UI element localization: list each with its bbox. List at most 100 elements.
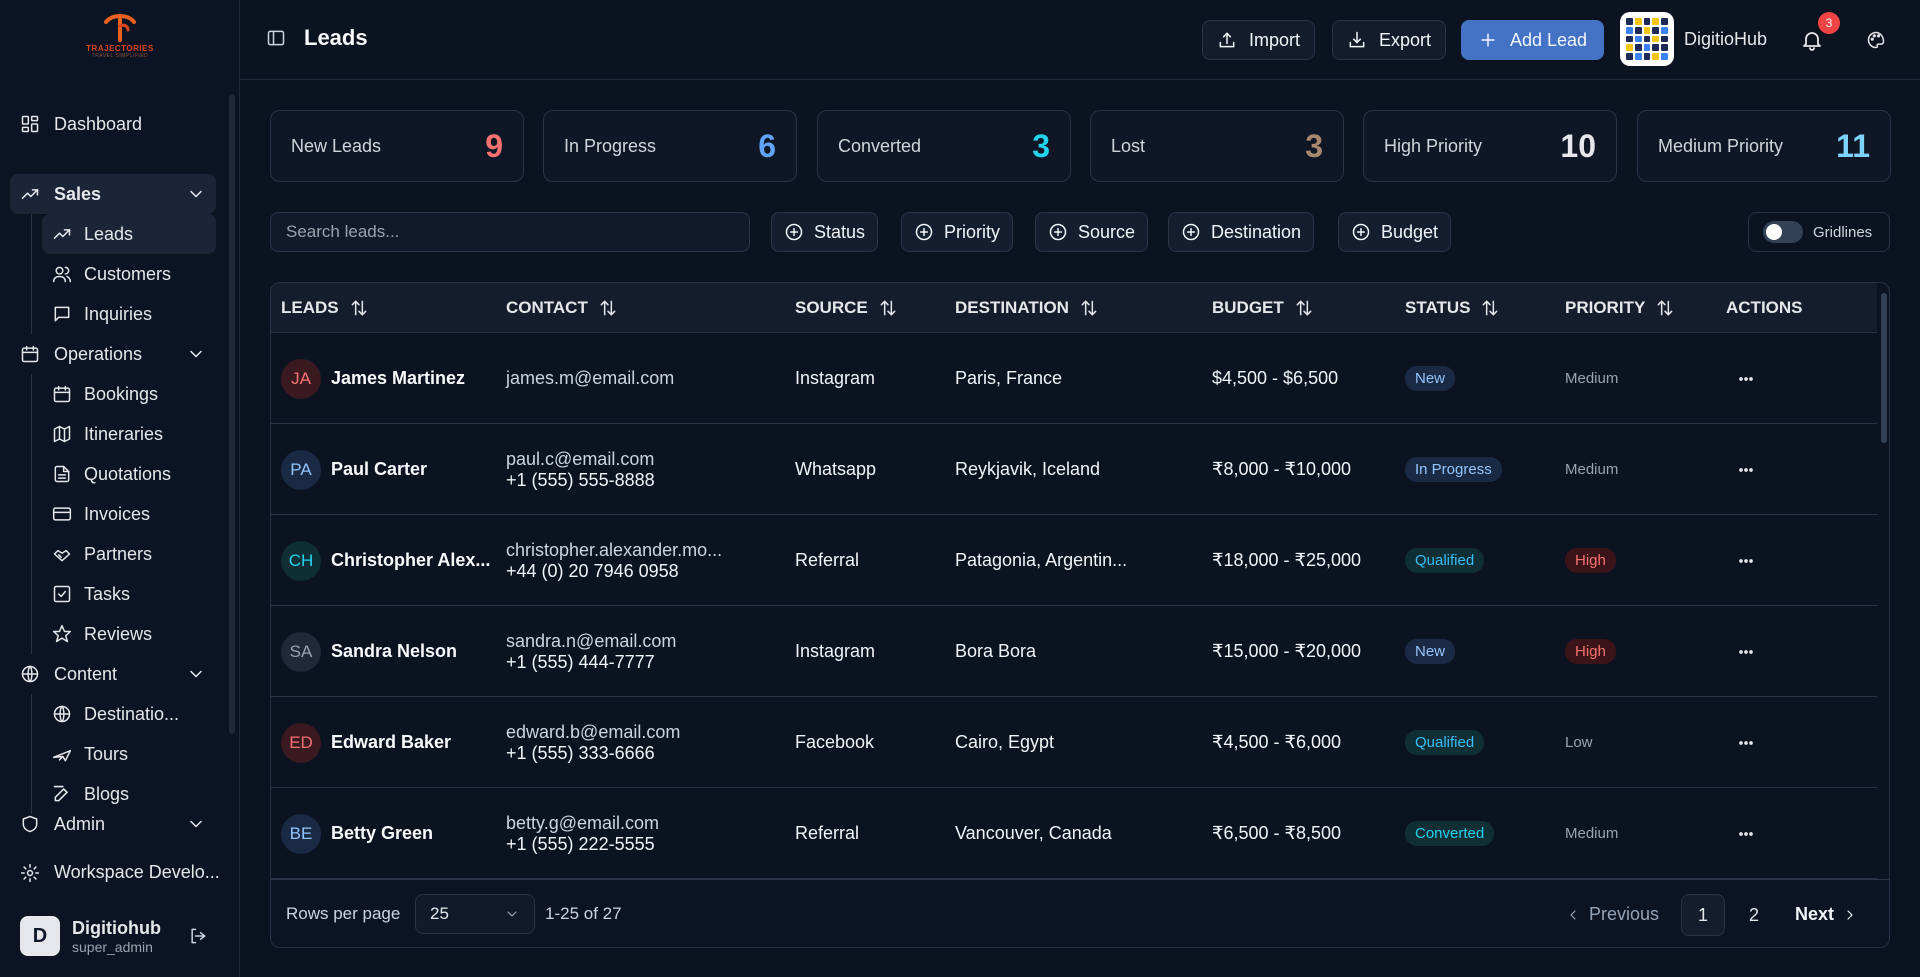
row-actions-button[interactable] — [1736, 788, 1756, 879]
stat-card-high-priority[interactable]: High Priority 10 — [1363, 110, 1617, 182]
gridlines-toggle[interactable]: Gridlines — [1748, 212, 1890, 252]
filter-priority-button[interactable]: Priority — [901, 212, 1014, 252]
contact-cell: sandra.n@email.com +1 (555) 444-7777 — [506, 606, 676, 697]
row-actions-button[interactable] — [1736, 697, 1756, 788]
sidebar-item-destinations[interactable]: Destinatio... — [42, 694, 216, 734]
sidebar-group-sales: Sales Leads Customers Inquiries — [10, 174, 216, 334]
workspace-switcher[interactable]: Workspace Develo... — [20, 862, 220, 883]
stat-card-lost[interactable]: Lost 3 — [1090, 110, 1344, 182]
sidebar-item-tours[interactable]: Tours — [42, 734, 216, 774]
table-row[interactable]: BE Betty Green betty.g@email.com +1 (555) 2… — [271, 788, 1877, 879]
rows-per-page-select[interactable]: 25 — [415, 894, 535, 934]
sidebar-item-reviews[interactable]: Reviews — [42, 614, 216, 654]
stat-card-medium-priority[interactable]: Medium Priority 11 — [1637, 110, 1891, 182]
page-button-2[interactable]: 2 — [1732, 894, 1776, 936]
sidebar-item-itineraries[interactable]: Itineraries — [42, 414, 216, 454]
table-row[interactable]: ED Edward Baker edward.b@email.com +1 (555)… — [271, 697, 1877, 788]
next-label: Next — [1795, 904, 1835, 924]
sidebar-item-quotations[interactable]: Quotations — [42, 454, 216, 494]
export-button[interactable]: Export — [1332, 20, 1447, 60]
filter-source-button[interactable]: Source — [1035, 212, 1149, 252]
column-header-priority[interactable]: PRIORITY — [1565, 283, 1675, 333]
lead-name[interactable]: Betty Green — [331, 788, 433, 879]
more-horizontal-icon — [1739, 740, 1753, 745]
globe-icon — [21, 665, 39, 683]
source-value: Referral — [795, 550, 860, 570]
priority-badge: Medium — [1565, 461, 1619, 478]
filter-status-button[interactable]: Status — [771, 212, 879, 252]
contact-email[interactable]: edward.b@email.com — [506, 722, 680, 743]
contact-email[interactable]: sandra.n@email.com — [506, 631, 676, 652]
status-cell: Qualified — [1405, 515, 1485, 606]
brand-switcher[interactable]: DigitioHub — [1620, 12, 1767, 66]
gear-icon — [20, 863, 40, 882]
theme-button[interactable] — [1866, 30, 1886, 50]
table-scrollbar[interactable] — [1881, 293, 1887, 443]
sidebar-item-customers[interactable]: Customers — [42, 254, 216, 294]
column-label: PRIORITY — [1565, 298, 1646, 317]
table-row[interactable]: SA Sandra Nelson sandra.n@email.com +1 (555… — [271, 606, 1877, 697]
sidebar-item-label: Invoices — [84, 503, 151, 524]
contact-email[interactable]: betty.g@email.com — [506, 813, 659, 834]
sidebar-group-head-admin[interactable]: Admin — [10, 814, 216, 834]
stat-card-in-progress[interactable]: In Progress 6 — [543, 110, 797, 182]
plus-circle-icon — [1352, 223, 1370, 241]
sidebar-item-partners[interactable]: Partners — [42, 534, 216, 574]
column-header-destination[interactable]: DESTINATION — [955, 283, 1099, 333]
sidebar-item-leads[interactable]: Leads — [42, 214, 216, 254]
column-header-source[interactable]: SOURCE — [795, 283, 898, 333]
next-page-button[interactable]: Next — [1795, 904, 1858, 925]
row-actions-button[interactable] — [1736, 333, 1756, 424]
sidebar-group-head-sales[interactable]: Sales — [10, 174, 216, 214]
workspace-label: Workspace Develo... — [54, 862, 220, 882]
lead-name[interactable]: Christopher Alex... — [331, 515, 490, 606]
row-actions-button[interactable] — [1736, 515, 1756, 606]
previous-page-button[interactable]: Previous — [1565, 904, 1659, 925]
lead-name[interactable]: Sandra Nelson — [331, 606, 457, 697]
trajectories-logo[interactable]: TRAJECTORIES TRAVEL SIMPLIFIED — [80, 12, 160, 68]
sidebar-item-invoices[interactable]: Invoices — [42, 494, 216, 534]
handshake-icon — [53, 549, 71, 562]
filter-destination-button[interactable]: Destination — [1168, 212, 1315, 252]
notifications-button[interactable] — [1800, 28, 1824, 52]
lead-name[interactable]: James Martinez — [331, 333, 465, 424]
sidebar-item-dashboard[interactable]: Dashboard — [10, 104, 216, 144]
stat-card-converted[interactable]: Converted 3 — [817, 110, 1071, 182]
sidebar-group-head-operations[interactable]: Operations — [10, 334, 216, 374]
lead-name[interactable]: Edward Baker — [331, 697, 451, 788]
table-row[interactable]: CH Christopher Alex... christopher.alexand… — [271, 515, 1877, 606]
sidebar-item-bookings[interactable]: Bookings — [42, 374, 216, 414]
user-name: Digitiohub — [72, 917, 161, 938]
contact-email[interactable]: paul.c@email.com — [506, 449, 655, 470]
row-actions-button[interactable] — [1736, 424, 1756, 515]
import-button[interactable]: Import — [1202, 20, 1316, 60]
filter-budget-button[interactable]: Budget — [1338, 212, 1452, 252]
sidebar-item-blogs[interactable]: Blogs — [42, 774, 216, 814]
table-row[interactable]: JA James Martinez james.m@email.com Instagr… — [271, 333, 1877, 424]
add-lead-button[interactable]: Add Lead — [1461, 20, 1605, 60]
gridlines-switch[interactable] — [1763, 221, 1803, 243]
chevron-right-icon — [1847, 909, 1853, 920]
sidebar-item-tasks[interactable]: Tasks — [42, 574, 216, 614]
column-header-budget[interactable]: BUDGET — [1212, 283, 1314, 333]
logout-button[interactable] — [188, 926, 208, 946]
column-header-contact[interactable]: CONTACT — [506, 283, 618, 333]
search-input[interactable] — [270, 212, 750, 252]
source-value: Whatsapp — [795, 459, 877, 479]
row-actions-button[interactable] — [1736, 606, 1756, 697]
table-row[interactable]: PA Paul Carter paul.c@email.com +1 (555) 55… — [271, 424, 1877, 515]
rows-per-page-label: Rows per page — [286, 904, 401, 923]
sidebar-item-inquiries[interactable]: Inquiries — [42, 294, 216, 334]
sidebar-group-head-content[interactable]: Content — [10, 654, 216, 694]
contact-email[interactable]: james.m@email.com — [506, 368, 674, 389]
contact-email[interactable]: christopher.alexander.mo... — [506, 540, 722, 561]
column-header-status[interactable]: STATUS — [1405, 283, 1500, 333]
column-header-leads[interactable]: LEADS — [281, 283, 369, 333]
stat-card-new-leads[interactable]: New Leads 9 — [270, 110, 524, 182]
page-button-1[interactable]: 1 — [1681, 894, 1725, 936]
lead-name[interactable]: Paul Carter — [331, 424, 427, 515]
user-profile[interactable]: D Digitiohub super_admin — [20, 916, 161, 956]
sidebar-scrollbar[interactable] — [229, 94, 235, 734]
lead-avatar: SA — [281, 632, 321, 672]
sidebar-toggle-button[interactable] — [266, 28, 286, 48]
